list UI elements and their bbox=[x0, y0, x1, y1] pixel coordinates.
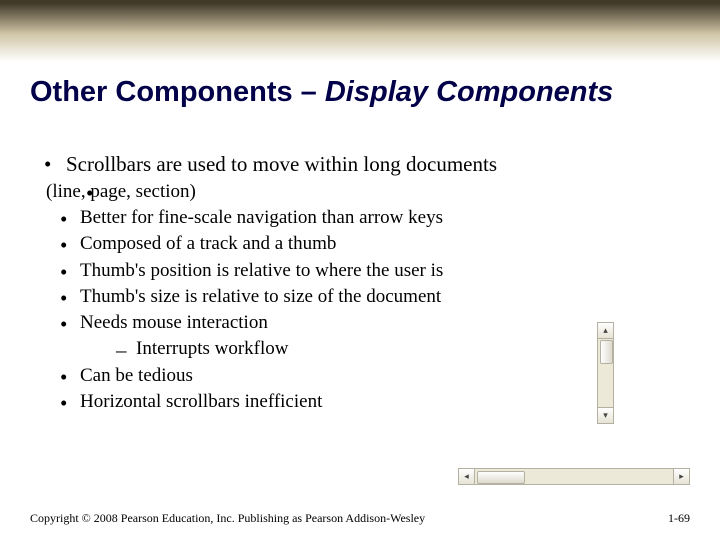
bullet-text: Can be tedious bbox=[80, 365, 193, 386]
bullet-text: Needs mouse interaction bbox=[80, 312, 268, 333]
bullet-cont-text: (line, page, section) bbox=[46, 179, 680, 205]
bullet-text: Thumb's size is relative to size of the … bbox=[80, 286, 441, 307]
scroll-down-arrow-icon: ▾ bbox=[598, 407, 613, 423]
copyright-footer: Copyright © 2008 Pearson Education, Inc.… bbox=[30, 511, 425, 526]
bullet-text: Horizontal scrollbars inefficient bbox=[80, 391, 322, 412]
slide-number: 1-69 bbox=[668, 511, 690, 526]
scroll-thumb bbox=[477, 471, 525, 484]
bullet: Thumb's size is relative to size of the … bbox=[40, 284, 680, 310]
top-gradient-band bbox=[0, 0, 720, 62]
scroll-right-arrow-icon: ▸ bbox=[673, 469, 689, 484]
scroll-up-arrow-icon: ▴ bbox=[598, 323, 613, 339]
vertical-scrollbar-illustration: ▴ ▾ bbox=[597, 322, 614, 424]
title-plain: Other Components – bbox=[30, 76, 325, 108]
title-emphasis: Display Components bbox=[325, 76, 613, 108]
bullet-continuation: (line, page, section) bbox=[66, 179, 680, 205]
bullet-text: Thumb's position is relative to where th… bbox=[80, 260, 443, 281]
bullet-text: Scrollbars are used to move within long … bbox=[66, 152, 497, 176]
sub-bullet: Interrupts workflow bbox=[80, 336, 680, 362]
slide-title: Other Components – Display Components bbox=[30, 76, 690, 109]
scroll-left-arrow-icon: ◂ bbox=[459, 469, 475, 484]
bullet: Composed of a track and a thumb bbox=[40, 231, 680, 257]
bullet-text: Better for fine-scale navigation than ar… bbox=[80, 207, 443, 228]
bullet: Scrollbars are used to move within long … bbox=[40, 150, 680, 205]
bullet: Thumb's position is relative to where th… bbox=[40, 258, 680, 284]
bullet: Better for fine-scale navigation than ar… bbox=[40, 205, 680, 231]
scroll-thumb bbox=[600, 340, 613, 364]
slide-body: Scrollbars are used to move within long … bbox=[40, 150, 680, 415]
bullet: Can be tedious bbox=[40, 363, 680, 389]
bullet: Horizontal scrollbars inefficient bbox=[40, 389, 680, 415]
bullet-text: Composed of a track and a thumb bbox=[80, 233, 336, 254]
slide: Other Components – Display Components Sc… bbox=[0, 0, 720, 540]
horizontal-scrollbar-illustration: ◂ ▸ bbox=[458, 468, 690, 485]
sub-bullet-text: Interrupts workflow bbox=[136, 338, 289, 359]
bullet: Needs mouse interaction Interrupts workf… bbox=[40, 310, 680, 362]
